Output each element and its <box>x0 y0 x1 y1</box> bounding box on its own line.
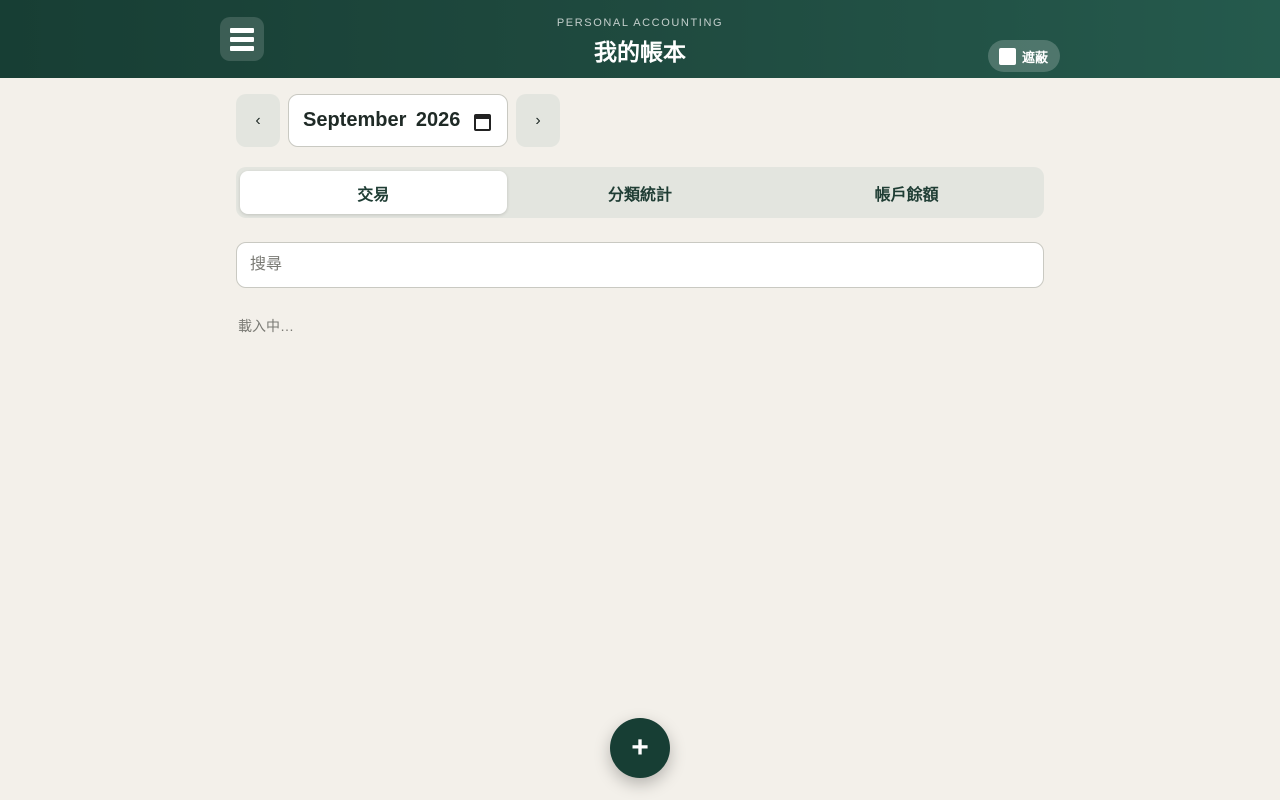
tab-account-balances[interactable]: 帳戶餘額 <box>773 171 1040 214</box>
tab-transactions[interactable]: 交易 <box>240 171 507 214</box>
mask-checkbox[interactable] <box>999 47 1016 65</box>
calendar-icon[interactable] <box>474 114 491 131</box>
tab-category-stats[interactable]: 分類統計 <box>507 171 774 214</box>
month-picker[interactable]: September 2026 <box>288 94 508 147</box>
add-transaction-button[interactable]: + <box>610 718 670 778</box>
search-input[interactable] <box>236 242 1044 288</box>
prev-month-button[interactable]: ‹ <box>236 94 280 147</box>
selected-month: September 2026 <box>303 109 461 131</box>
loading-text: 載入中… <box>238 318 294 334</box>
app-title: 我的帳本 <box>594 39 686 65</box>
mask-toggle[interactable]: 遮蔽 <box>988 40 1060 72</box>
view-tabs: 交易 分類統計 帳戶餘額 <box>236 167 1044 218</box>
mask-toggle-label: 遮蔽 <box>1022 49 1049 65</box>
next-month-button[interactable]: › <box>516 94 560 147</box>
app-header: PERSONAL ACCOUNTING 我的帳本 遮蔽 <box>0 0 1280 78</box>
add-icon: + <box>631 731 649 764</box>
app-subtitle: PERSONAL ACCOUNTING <box>556 17 724 29</box>
